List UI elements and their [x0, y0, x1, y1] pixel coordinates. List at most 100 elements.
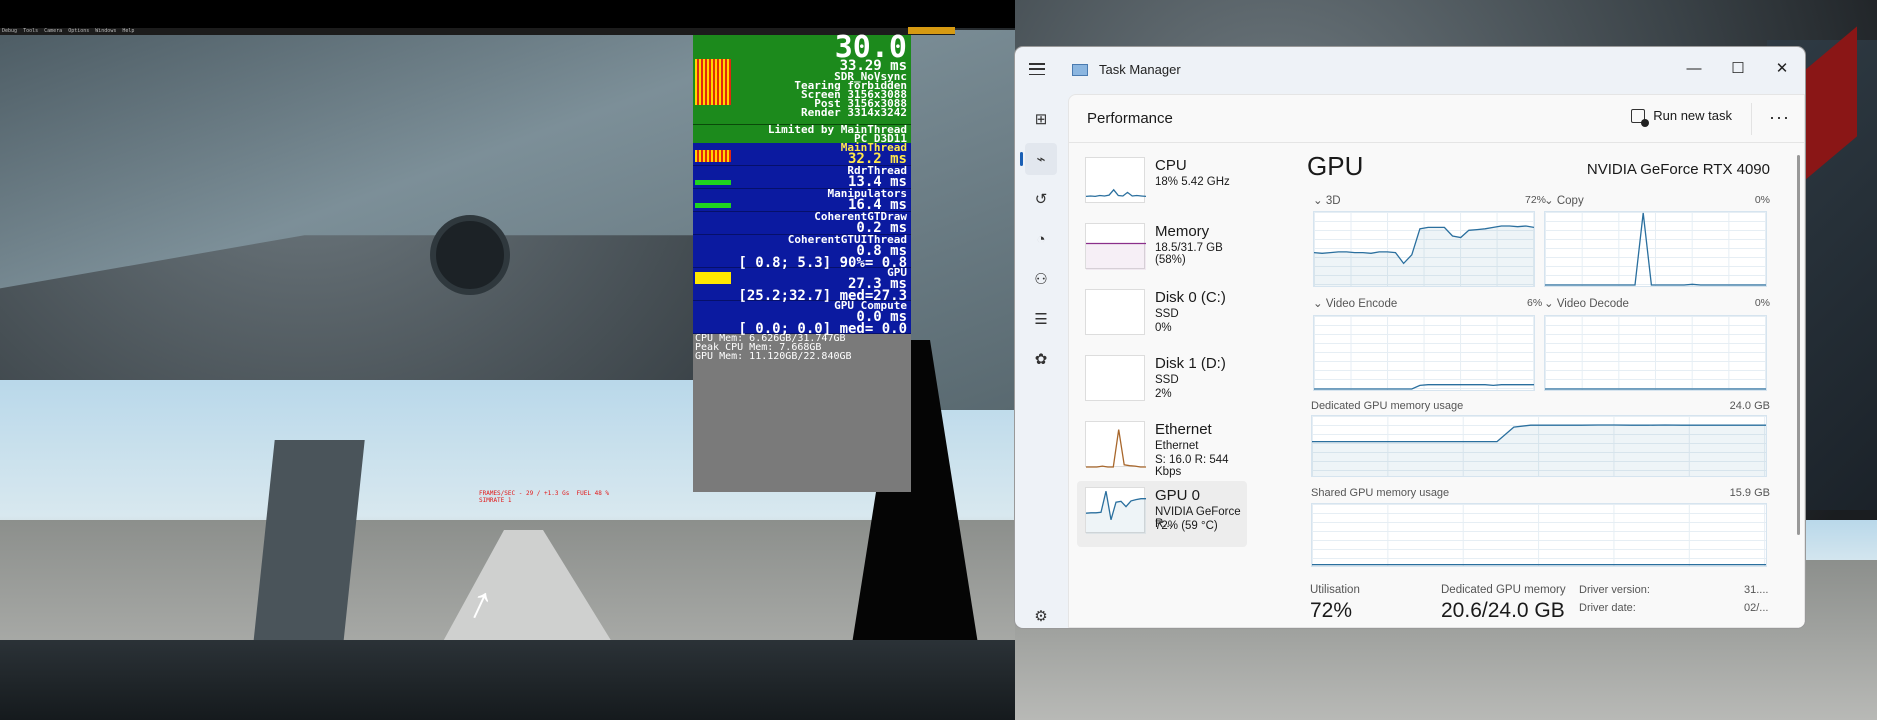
resource-name: Disk 1 (D:): [1155, 355, 1226, 372]
resource-value: 0%: [1155, 322, 1172, 334]
resource-name: Disk 0 (C:): [1155, 289, 1226, 306]
menu-tools[interactable]: Tools: [23, 28, 38, 35]
dedicated-usage-label: Dedicated GPU memory usage: [1311, 400, 1464, 412]
shared-memory-line: [1312, 563, 1766, 566]
gpu-model: NVIDIA GeForce RTX 4090: [1586, 161, 1770, 178]
gpu-mem: GPU Mem: 11.120GB/22.840GB: [695, 351, 852, 362]
resource-memory[interactable]: Memory 18.5/31.7 GB (58%): [1077, 217, 1247, 283]
services-icon[interactable]: ✿: [1025, 343, 1057, 375]
title-bar[interactable]: Task Manager — ☐ ✕: [1015, 47, 1805, 95]
cpu-thumbnail: [1085, 157, 1147, 203]
engine-decode-value: 0%: [1754, 297, 1770, 309]
gpu0-sparkline: [1085, 491, 1146, 534]
engine-3d-dropdown[interactable]: ⌄ 3D: [1313, 193, 1341, 207]
engine-copy-value: 0%: [1754, 194, 1770, 206]
cockpit-knob: [430, 215, 510, 295]
graph-copy: [1544, 211, 1767, 287]
menu-help[interactable]: Help: [122, 28, 134, 35]
shared-usage-label: Shared GPU memory usage: [1311, 487, 1450, 499]
performance-icon[interactable]: ⌁: [1020, 143, 1057, 175]
resource-detail: 18.5/31.7 GB (58%): [1155, 242, 1223, 266]
menu-options[interactable]: Options: [68, 28, 89, 35]
series-line: [1085, 188, 1147, 198]
thread-coherent-ui: CoherentGTUIThread 0.8 ms [ 0.8; 5.3] 90…: [693, 234, 911, 270]
details-icon[interactable]: ☰: [1025, 303, 1057, 335]
series-area: [1314, 226, 1534, 286]
driver-date-value: 02/...: [1744, 602, 1769, 614]
sim-debug-text: FRAMES/SEC - 29 / +1.3 Gs FUEL 48 % SIMRA…: [479, 490, 609, 504]
thread-rdr: RdrThread 13.4 ms: [693, 165, 911, 189]
performance-page: Performance Run new task ··· CPU 18% 5.4…: [1068, 94, 1805, 628]
series-line: [1545, 212, 1766, 286]
hamburger-menu-icon[interactable]: [1029, 63, 1045, 75]
menu-windows[interactable]: Windows: [95, 28, 116, 35]
disk1-thumbnail: [1085, 355, 1145, 401]
fps-panel: 30.0 33.29 ms SDR_NoVsync Tearing forbidde…: [693, 33, 911, 125]
driver-date-label: Driver date:: [1579, 602, 1636, 614]
resource-value: 72% (59 °C): [1155, 520, 1218, 532]
series-line: [1314, 384, 1534, 390]
resource-disk1[interactable]: Disk 1 (D:) SSD 2%: [1077, 349, 1247, 415]
vertical-scrollbar[interactable]: [1797, 155, 1800, 535]
page-title: Performance: [1087, 110, 1173, 127]
resource-name: GPU 0: [1155, 487, 1201, 504]
run-new-task-button[interactable]: Run new task: [1631, 108, 1732, 127]
graph-decode-line: [1545, 388, 1766, 390]
engine-encode-value: 6%: [1527, 297, 1543, 309]
engine-label: 3D: [1325, 195, 1341, 207]
frame-time-bars: [695, 59, 731, 105]
task-manager-app-icon: [1072, 64, 1088, 76]
fps-overlay: 30.0 33.29 ms SDR_NoVsync Tearing forbidde…: [693, 33, 911, 492]
memory-panel: CPU Mem: 6.626GB/31.747GB Peak CPU Mem: 7…: [693, 334, 911, 492]
engine-copy-dropdown[interactable]: ⌄ Copy: [1544, 193, 1584, 207]
dedicated-memory-value: 20.6/24.0 GB: [1441, 599, 1565, 622]
processes-icon[interactable]: ⊞: [1025, 103, 1057, 135]
run-new-task-label: Run new task: [1653, 108, 1732, 123]
disk0-thumbnail: [1085, 289, 1145, 335]
engine-3d-value: 72%: [1525, 194, 1547, 206]
resource-name: CPU: [1155, 157, 1187, 174]
resource-name: Ethernet: [1155, 421, 1212, 438]
driver-version-value: 31....: [1744, 584, 1769, 596]
startup-apps-icon[interactable]: ◔: [1025, 223, 1057, 255]
series-line: [1086, 429, 1146, 468]
memory-thumbnail: [1085, 223, 1146, 270]
minimize-button[interactable]: —: [1679, 55, 1709, 81]
series-area: [1086, 243, 1146, 270]
menu-camera[interactable]: Camera: [44, 28, 62, 35]
users-icon[interactable]: ⚇: [1025, 263, 1057, 295]
cpu-sparkline: [1085, 188, 1147, 198]
maximize-button[interactable]: ☐: [1723, 55, 1753, 81]
thread-gpu: GPU 27.3 ms [25.2;32.7] med=27.3: [693, 267, 911, 303]
close-button[interactable]: ✕: [1767, 55, 1797, 81]
engine-encode-dropdown[interactable]: ⌄ Video Encode: [1313, 296, 1397, 310]
debug-line: FRAMES/SEC - 29 / +1.3 Gs FUEL 48 %: [479, 490, 610, 497]
frame-info: 33.29 ms SDR_NoVsync Tearing forbidden Scre…: [794, 59, 907, 119]
resource-detail: SSD: [1155, 374, 1179, 386]
gpu0-thumbnail: [1085, 487, 1146, 534]
resource-disk0[interactable]: Disk 0 (C:) SSD 0%: [1077, 283, 1247, 349]
more-options-button[interactable]: ···: [1769, 107, 1790, 128]
app-history-icon[interactable]: ↺: [1025, 183, 1057, 215]
ethernet-sparkline: [1086, 429, 1146, 468]
resource-cpu[interactable]: CPU 18% 5.42 GHz: [1077, 151, 1247, 217]
utilisation-value: 72%: [1310, 599, 1353, 622]
resource-ethernet[interactable]: Ethernet Ethernet S: 16.0 R: 544 Kbps: [1077, 415, 1247, 481]
resource-gpu0[interactable]: GPU 0 NVIDIA GeForce R... 72% (59 °C): [1077, 481, 1247, 547]
engine-label: Video Decode: [1556, 298, 1629, 310]
graph-encode: [1313, 315, 1535, 391]
thread-coherent-draw: CoherentGTDraw 0.2 ms: [693, 211, 911, 235]
shared-usage-max: 15.9 GB: [1729, 487, 1770, 499]
settings-icon[interactable]: ⚙: [1025, 600, 1057, 628]
resource-detail: SSD: [1155, 308, 1179, 320]
menu-debug[interactable]: Debug: [2, 28, 17, 35]
memory-sparkline: [1086, 242, 1146, 270]
dashboard: [0, 640, 1015, 720]
utilisation-label: Utilisation: [1310, 584, 1360, 596]
thread-panel: MainThread 32.2 ms RdrThread 13.4 ms Man…: [693, 142, 911, 336]
page-header: Performance Run new task ···: [1069, 95, 1804, 143]
status-badge: [908, 27, 955, 34]
engine-decode-dropdown[interactable]: ⌄ Video Decode: [1544, 296, 1629, 310]
resource-value: 2%: [1155, 388, 1172, 400]
info-line: Render 3314x3242: [801, 106, 907, 119]
